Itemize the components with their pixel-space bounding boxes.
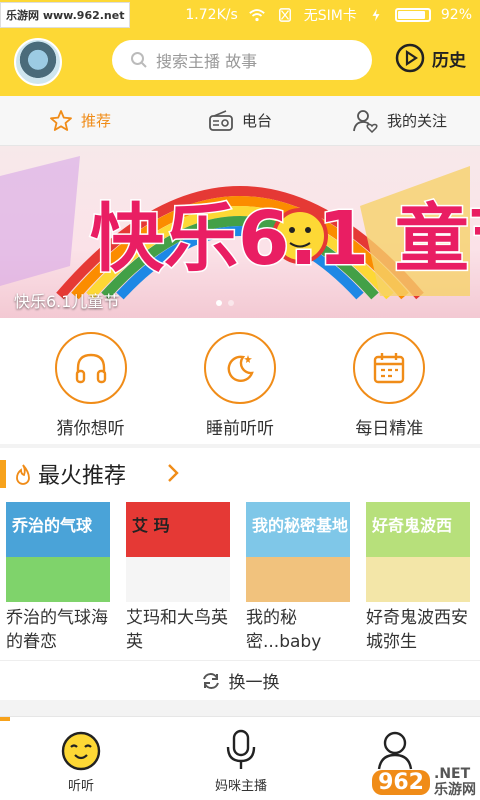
quick-entries: 猜你想听 睡前听听 每日精准 <box>0 318 480 444</box>
microphone-icon <box>226 729 256 769</box>
book-cover[interactable]: 艾 玛 <box>126 502 230 602</box>
headphones-icon <box>75 353 106 384</box>
book-card[interactable]: 好奇鬼波西好奇鬼波西安城弥生 <box>366 502 470 654</box>
flame-icon <box>16 464 30 485</box>
book-title: 我的秘密...baby <box>246 608 322 652</box>
search-input[interactable]: 搜索主播 故事 <box>112 40 372 80</box>
battery-fill <box>397 11 426 19</box>
watermark: 乐游网 www.962.net <box>0 2 131 28</box>
book-list: 乔治的气球 乔治的气球海的眷恋艾 玛艾玛和大鸟英英 我的秘密基地 我的秘密...bab… <box>6 502 470 654</box>
wifi-icon <box>248 9 265 22</box>
search-placeholder: 搜索主播 故事 <box>156 52 258 71</box>
history-play-icon <box>395 43 425 73</box>
banner-pager <box>216 300 234 306</box>
calendar-icon <box>374 353 405 384</box>
book-title: 好奇鬼波西安城弥生 <box>366 608 468 652</box>
star-icon <box>50 109 72 131</box>
book-cover-title: 艾 玛 <box>132 516 170 535</box>
tab-recommend-label: 推荐 <box>80 112 111 130</box>
banner-caption: 快乐6.1儿童节 <box>14 292 120 311</box>
quick-bedtime[interactable]: 睡前听听 <box>185 332 295 444</box>
banner-art-text: 快乐6.1 童节 <box>90 196 480 282</box>
sim-status: 无SIM卡 <box>303 8 357 24</box>
book-cover[interactable]: 乔治的气球 <box>6 502 110 602</box>
book-cover[interactable]: 我的秘密基地 <box>246 502 350 602</box>
tab-radio-label: 电台 <box>241 112 272 130</box>
status-icons: 1.72K/s 无SIM卡 92% <box>185 5 472 25</box>
nav-label: 听听 <box>67 779 94 794</box>
radio-icon <box>209 109 233 131</box>
history-label: 历史 <box>432 50 466 71</box>
quick-guess-listen[interactable]: 猜你想听 <box>36 332 146 444</box>
bottom-nav: 听听 妈咪主播 962 .NET 乐游网 <box>0 716 480 800</box>
book-card[interactable]: 我的秘密基地我的秘密...baby <box>246 502 350 654</box>
watermark-mark: 962 <box>372 769 430 795</box>
nav-listen[interactable]: 听听 <box>26 725 136 794</box>
top-tabs: 推荐 电台 我的关注 <box>0 96 480 146</box>
charging-icon <box>372 8 380 22</box>
nav-accent <box>0 717 10 721</box>
book-card[interactable]: 艾 玛艾玛和大鸟英英 <box>126 502 230 654</box>
no-sim-icon <box>278 8 291 22</box>
book-cover-title: 我的秘密基地 <box>252 516 349 535</box>
book-title: 乔治的气球海的眷恋 <box>6 608 108 652</box>
book-cover-title: 好奇鬼波西 <box>372 516 453 535</box>
tab-recommend[interactable]: 推荐 <box>0 96 160 145</box>
quick-icon-circle <box>203 332 276 404</box>
refresh-icon <box>202 672 219 689</box>
book-card[interactable]: 乔治的气球乔治的气球海的眷恋 <box>6 502 110 654</box>
network-speed: 1.72K/s <box>185 7 238 23</box>
promo-banner[interactable]: 快乐6.1 童节 快乐6.1儿童节 <box>0 146 480 318</box>
quick-icon-circle <box>54 332 127 404</box>
quick-label: 睡前听听 <box>205 419 274 439</box>
moon-star-icon <box>227 355 254 382</box>
face-icon <box>61 731 101 771</box>
book-cover-title: 乔治的气球 <box>12 516 93 535</box>
nav-label: 妈咪主播 <box>214 779 267 794</box>
tab-radio[interactable]: 电台 <box>160 96 320 145</box>
section-accent <box>0 460 6 488</box>
watermark-bottom: 962 .NET 乐游网 <box>372 766 476 798</box>
status-bar: 乐游网 www.962.net 1.72K/s 无SIM卡 92% <box>0 0 480 28</box>
refresh-label: 换一换 <box>228 673 280 693</box>
avatar[interactable] <box>14 38 62 86</box>
watermark-suffix: .NET <box>434 766 471 782</box>
history-button[interactable]: 历史 <box>394 42 466 74</box>
watermark-sub: 乐游网 <box>434 782 476 798</box>
app-header: 搜索主播 故事 历史 <box>0 28 480 96</box>
banner-dot[interactable] <box>216 300 222 306</box>
tab-following-label: 我的关注 <box>386 112 447 130</box>
book-cover[interactable]: 好奇鬼波西 <box>366 502 470 602</box>
quick-label: 每日精准 <box>355 419 424 439</box>
hot-section: 最火推荐 乔治的气球 乔治的气球海的眷恋艾 玛艾玛和大鸟英英 我的秘密基地 我的秘密.… <box>0 448 480 660</box>
nav-mommy-host[interactable]: 妈咪主播 <box>186 725 296 794</box>
search-icon <box>131 52 147 68</box>
section-title: 最火推荐 <box>38 464 127 489</box>
battery-icon <box>394 8 431 22</box>
chevron-right-icon[interactable] <box>166 462 180 484</box>
refresh-button[interactable]: 换一换 <box>0 660 480 700</box>
quick-label: 猜你想听 <box>56 419 125 439</box>
banner-dot[interactable] <box>228 300 234 306</box>
battery-percent: 92% <box>440 7 472 23</box>
quick-daily[interactable]: 每日精准 <box>334 332 444 444</box>
tab-following[interactable]: 我的关注 <box>320 96 480 145</box>
quick-icon-circle <box>353 332 426 404</box>
book-title: 艾玛和大鸟英英 <box>126 608 228 652</box>
person-heart-icon <box>353 109 378 133</box>
